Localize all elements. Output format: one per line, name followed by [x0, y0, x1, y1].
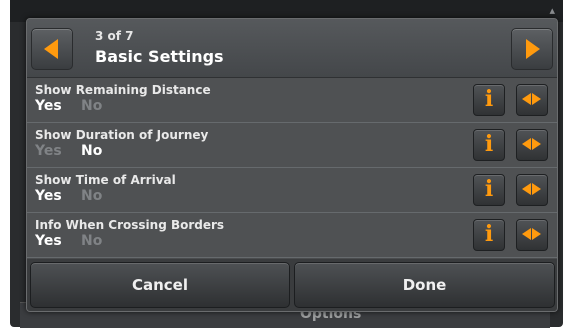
info-icon: i: [484, 221, 494, 247]
info-button[interactable]: i: [473, 219, 505, 251]
toggle-right-icon: [532, 228, 541, 240]
toggle-left-icon: [522, 228, 531, 240]
setting-row-crossing-borders: Info When Crossing Borders Yes No i: [27, 213, 557, 258]
toggle-left-icon: [522, 93, 531, 105]
info-icon: i: [484, 86, 494, 112]
info-icon: i: [484, 131, 494, 157]
option-yes[interactable]: Yes: [35, 143, 62, 159]
info-button[interactable]: i: [473, 129, 505, 161]
dialog-footer: Cancel Done: [27, 259, 557, 311]
toggle-button[interactable]: [516, 174, 548, 206]
setting-row-remaining-distance: Show Remaining Distance Yes No i: [27, 78, 557, 123]
setting-label: Show Duration of Journey: [35, 128, 209, 142]
page-title: Basic Settings: [95, 47, 224, 66]
option-yes[interactable]: Yes: [35, 98, 62, 114]
option-yes[interactable]: Yes: [35, 233, 62, 249]
toggle-button[interactable]: [516, 129, 548, 161]
signal-icon: ▴: [549, 4, 555, 17]
setting-row-duration-of-journey: Show Duration of Journey Yes No i: [27, 123, 557, 168]
dialog-header: 3 of 7 Basic Settings: [27, 19, 557, 78]
right-arrow-icon: [526, 39, 540, 59]
settings-dialog: 3 of 7 Basic Settings Show Remaining Dis…: [26, 18, 558, 312]
info-icon: i: [484, 176, 494, 202]
setting-label: Info When Crossing Borders: [35, 218, 225, 232]
toggle-left-icon: [522, 183, 531, 195]
setting-label: Show Time of Arrival: [35, 173, 176, 187]
next-page-button[interactable]: [511, 28, 553, 70]
page-counter: 3 of 7: [95, 29, 134, 43]
toggle-button[interactable]: [516, 84, 548, 116]
done-button[interactable]: Done: [294, 262, 555, 308]
option-no[interactable]: No: [81, 98, 102, 114]
setting-label: Show Remaining Distance: [35, 83, 211, 97]
info-button[interactable]: i: [473, 174, 505, 206]
toggle-right-icon: [532, 93, 541, 105]
previous-page-button[interactable]: [31, 28, 73, 70]
setting-row-time-of-arrival: Show Time of Arrival Yes No i: [27, 168, 557, 213]
toggle-left-icon: [522, 138, 531, 150]
left-arrow-icon: [44, 39, 58, 59]
toggle-right-icon: [532, 183, 541, 195]
info-button[interactable]: i: [473, 84, 505, 116]
toggle-button[interactable]: [516, 219, 548, 251]
cancel-button[interactable]: Cancel: [30, 262, 290, 308]
option-no[interactable]: No: [81, 233, 102, 249]
option-no[interactable]: No: [81, 188, 102, 204]
option-no[interactable]: No: [81, 143, 102, 159]
toggle-right-icon: [532, 138, 541, 150]
option-yes[interactable]: Yes: [35, 188, 62, 204]
